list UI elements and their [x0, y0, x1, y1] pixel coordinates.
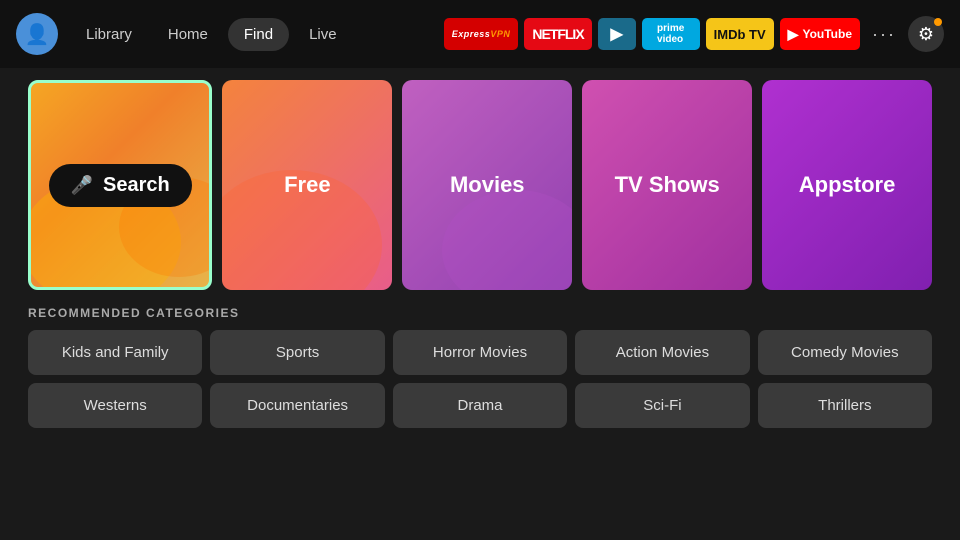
tile-free[interactable]: Free [222, 80, 392, 290]
app-netflix[interactable]: NETFLIX [524, 18, 591, 50]
nav-apps: ExpressVPN NETFLIX ▶ primevideo IMDb TV … [444, 16, 944, 52]
tile-tvshows[interactable]: TV Shows [582, 80, 752, 290]
main-content: 🎤 Search Free Movies TV Shows Appstore R… [0, 68, 960, 428]
category-thrillers[interactable]: Thrillers [758, 383, 932, 428]
category-westerns[interactable]: Westerns [28, 383, 202, 428]
nav-library[interactable]: Library [70, 18, 148, 51]
nav-live[interactable]: Live [293, 18, 353, 51]
app-expressvpn[interactable]: ExpressVPN [444, 18, 519, 50]
category-kids-family[interactable]: Kids and Family [28, 330, 202, 375]
tile-search[interactable]: 🎤 Search [28, 80, 212, 290]
nav-links: Library Home Find Live [70, 18, 353, 51]
search-pill: 🎤 Search [49, 164, 192, 207]
app-youtube[interactable]: ▶ YouTube [780, 18, 860, 50]
nav-find[interactable]: Find [228, 18, 289, 51]
top-nav: 👤 Library Home Find Live ExpressVPN NETF… [0, 0, 960, 68]
tile-appstore[interactable]: Appstore [762, 80, 932, 290]
recommended-section-title: RECOMMENDED CATEGORIES [28, 306, 932, 320]
settings-icon: ⚙ [918, 24, 934, 45]
settings-button[interactable]: ⚙ [908, 16, 944, 52]
free-label: Free [284, 172, 330, 198]
category-tiles: 🎤 Search Free Movies TV Shows Appstore [28, 80, 932, 290]
categories-grid: Kids and Family Sports Horror Movies Act… [28, 330, 932, 428]
category-drama[interactable]: Drama [393, 383, 567, 428]
category-comedy-movies[interactable]: Comedy Movies [758, 330, 932, 375]
tile-movies[interactable]: Movies [402, 80, 572, 290]
settings-notification-dot [934, 18, 942, 26]
categories-row-2: Westerns Documentaries Drama Sci-Fi Thri… [28, 383, 932, 428]
avatar[interactable]: 👤 [16, 13, 58, 55]
category-action-movies[interactable]: Action Movies [575, 330, 749, 375]
category-documentaries[interactable]: Documentaries [210, 383, 384, 428]
app-freevee[interactable]: ▶ [598, 18, 636, 50]
app-imdb[interactable]: IMDb TV [706, 18, 774, 50]
categories-row-1: Kids and Family Sports Horror Movies Act… [28, 330, 932, 375]
category-horror-movies[interactable]: Horror Movies [393, 330, 567, 375]
category-sci-fi[interactable]: Sci-Fi [575, 383, 749, 428]
search-label: Search [103, 174, 170, 197]
appstore-label: Appstore [799, 172, 896, 198]
more-apps-button[interactable]: ··· [866, 16, 902, 52]
tvshows-label: TV Shows [615, 172, 720, 198]
avatar-icon: 👤 [25, 22, 50, 47]
mic-icon: 🎤 [71, 175, 93, 196]
category-sports[interactable]: Sports [210, 330, 384, 375]
app-prime[interactable]: primevideo [642, 18, 700, 50]
movies-label: Movies [450, 172, 525, 198]
nav-home[interactable]: Home [152, 18, 224, 51]
